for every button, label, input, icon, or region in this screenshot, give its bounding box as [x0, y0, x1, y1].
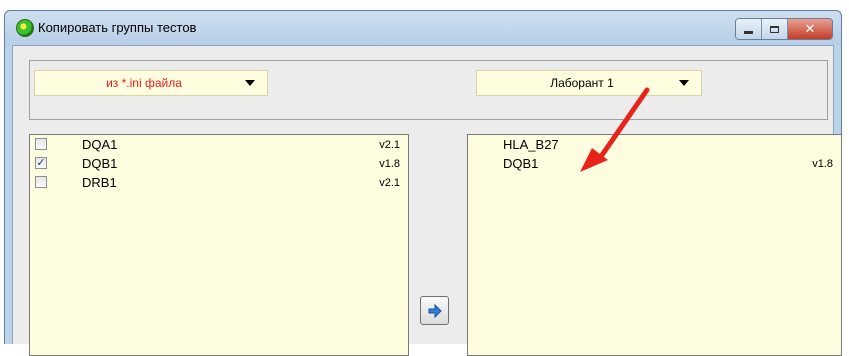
- target-select[interactable]: Лаборант 1: [476, 70, 702, 96]
- close-button[interactable]: ✕: [788, 19, 832, 39]
- minimize-icon: [744, 31, 753, 34]
- checkbox-dqb1[interactable]: ✓: [35, 157, 47, 169]
- copy-button[interactable]: [420, 296, 449, 325]
- chevron-down-icon: [245, 80, 255, 86]
- list-item-version: v2.1: [379, 139, 400, 151]
- list-item[interactable]: DQA1 v2.1: [30, 135, 408, 154]
- list-item-name: DQB1: [503, 156, 539, 171]
- source-select-value: из *.ini файла: [106, 76, 182, 90]
- source-test-list[interactable]: DQA1 v2.1 ✓ DQB1 v1.8 DRB1 v2.1: [29, 134, 409, 356]
- checkbox-dqa1[interactable]: [35, 138, 47, 150]
- list-item[interactable]: ✓ DQB1 v1.8: [30, 154, 408, 173]
- list-item-name: DQA1: [82, 137, 118, 152]
- list-item[interactable]: DRB1 v2.1: [30, 173, 408, 192]
- list-item[interactable]: DQB1 v1.8: [468, 154, 841, 173]
- list-item-name: DRB1: [82, 175, 117, 190]
- chevron-down-icon: [679, 80, 689, 86]
- list-item-version: v2.1: [379, 177, 400, 189]
- list-item-name: HLA_B27: [503, 137, 559, 152]
- close-icon: ✕: [804, 21, 816, 36]
- title-bar[interactable]: Копировать группы тестов ✕: [5, 11, 841, 45]
- target-select-value: Лаборант 1: [550, 76, 614, 90]
- list-item[interactable]: HLA_B27: [468, 135, 841, 154]
- arrow-right-icon: [428, 303, 442, 318]
- target-test-list[interactable]: HLA_B27 DQB1 v1.8: [467, 134, 842, 356]
- minimize-button[interactable]: [736, 19, 762, 39]
- list-item-name: DQB1: [82, 156, 118, 171]
- list-item-version: v1.8: [812, 158, 833, 170]
- maximize-icon: [770, 25, 779, 33]
- dialog-window: Копировать группы тестов ✕ из *.ini файл…: [4, 10, 842, 356]
- list-item-version: v1.8: [379, 158, 400, 170]
- dialog-client-area: из *.ini файла Лаборант 1 DQA1 v2.1 ✓ DQ…: [12, 45, 842, 356]
- maximize-button[interactable]: [762, 19, 788, 39]
- source-select[interactable]: из *.ini файла: [34, 70, 268, 96]
- checkbox-drb1[interactable]: [35, 176, 47, 188]
- window-title: Копировать группы тестов: [38, 20, 197, 35]
- app-globe-icon: [16, 19, 34, 37]
- window-controls: ✕: [735, 18, 833, 40]
